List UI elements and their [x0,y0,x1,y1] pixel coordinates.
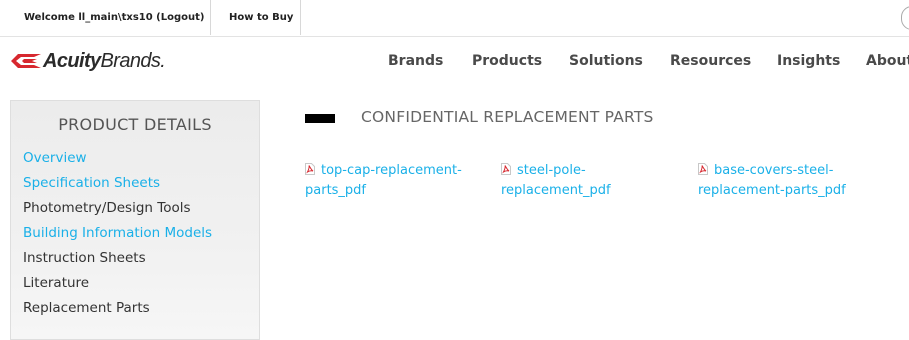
nav-insights[interactable]: Insights [777,48,840,74]
product-details-sidebar: PRODUCT DETAILS Overview Specification S… [10,100,260,340]
sidebar-item-literature[interactable]: Literature [23,275,89,291]
file-link-line2: parts_pdf [305,183,367,198]
file-link-line2: replacement-parts_pdf [698,183,846,198]
file-link-line1: base-covers-steel- [714,163,834,178]
section-marker [305,114,335,123]
search-box-edge[interactable] [901,6,909,30]
sidebar-item-instruction-sheets[interactable]: Instruction Sheets [23,250,146,266]
how-to-buy-link[interactable]: How to Buy [229,0,293,35]
pdf-icon [305,163,315,175]
nav-brands[interactable]: Brands [388,48,443,74]
logo-wordmark: AcuityBrands. [43,49,166,72]
sidebar-title: PRODUCT DETAILS [58,115,212,134]
divider [300,0,301,35]
sidebar-item-building-information-models[interactable]: Building Information Models [23,225,212,241]
nav-products[interactable]: Products [472,48,542,74]
divider [210,0,211,35]
logo-swoosh-icon [11,54,41,68]
pdf-icon [698,163,708,175]
nav-solutions[interactable]: Solutions [569,48,643,74]
section-title: CONFIDENTIAL REPLACEMENT PARTS [361,108,654,126]
welcome-logout-link[interactable]: Welcome ll_main\txs10 (Logout) [24,0,204,35]
file-link-base-covers[interactable]: base-covers-steel- replacement-parts_pdf [698,161,888,201]
sidebar-item-specification-sheets[interactable]: Specification Sheets [23,175,160,191]
file-link-top-cap[interactable]: top-cap-replacement- parts_pdf [305,161,495,201]
acuity-brands-logo[interactable]: AcuityBrands. [10,48,166,74]
file-link-line1: top-cap-replacement- [321,163,462,178]
sidebar-item-overview[interactable]: Overview [23,150,87,166]
pdf-icon [501,163,511,175]
sidebar-item-replacement-parts[interactable]: Replacement Parts [23,300,150,316]
sidebar-item-photometry-design-tools[interactable]: Photometry/Design Tools [23,200,191,216]
file-link-steel-pole[interactable]: steel-pole- replacement_pdf [501,161,691,201]
file-link-line2: replacement_pdf [501,183,611,198]
file-link-line1: steel-pole- [517,163,586,178]
nav-resources[interactable]: Resources [670,48,751,74]
nav-about[interactable]: About [866,48,909,74]
utility-bar: Welcome ll_main\txs10 (Logout) How to Bu… [0,0,909,37]
